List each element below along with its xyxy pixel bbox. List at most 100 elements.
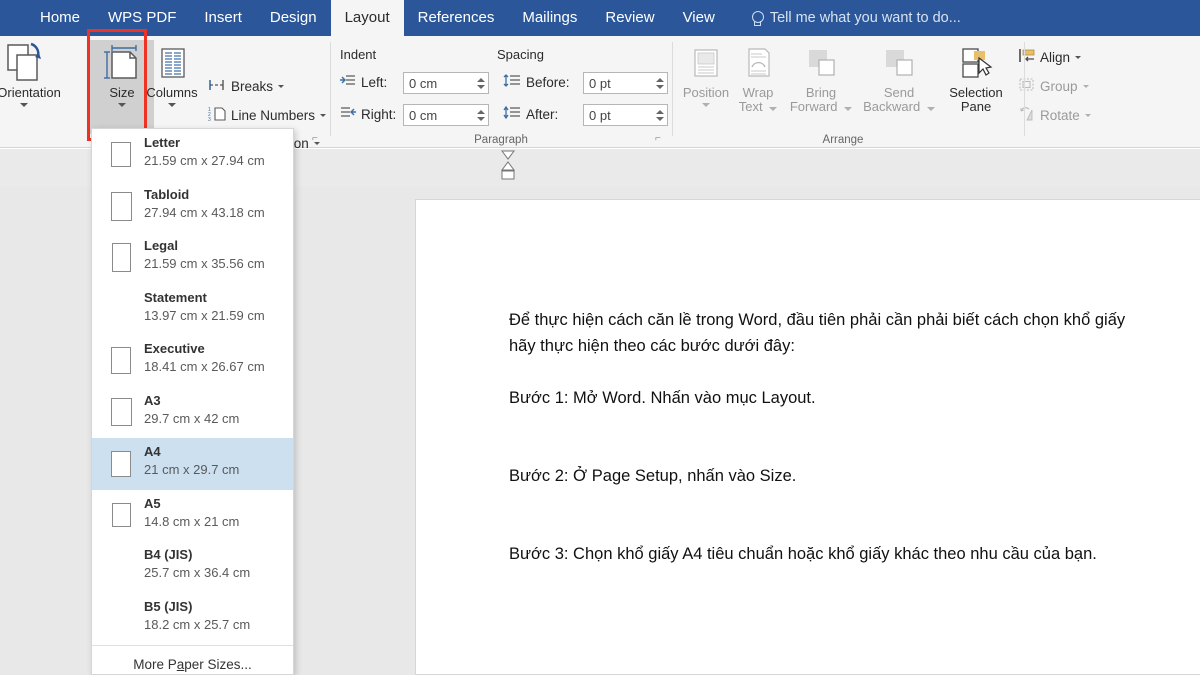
more-paper-sizes-accel: a <box>177 657 185 672</box>
page-size-icon <box>99 40 145 86</box>
indent-right-input[interactable]: 0 cm <box>403 104 489 126</box>
wrap-text-label-1: Wrap <box>743 86 774 100</box>
spacing-after-row: After: <box>503 106 558 123</box>
selection-pane-button[interactable]: Selection Pane <box>939 40 1013 134</box>
tab-design[interactable]: Design <box>256 0 331 36</box>
indent-markers[interactable] <box>500 150 514 184</box>
page-size-dimensions: 21 cm x 29.7 cm <box>144 460 239 479</box>
indent-right-icon <box>340 106 356 123</box>
page-size-item[interactable]: Executive18.41 cm x 26.67 cm <box>92 335 293 387</box>
wrap-text-icon <box>738 40 778 86</box>
align-button[interactable]: Align <box>1018 48 1081 66</box>
page-size-item[interactable]: Letter21.59 cm x 27.94 cm <box>92 129 293 181</box>
position-button[interactable]: Position <box>678 40 734 134</box>
page-size-item[interactable]: Legal21.59 cm x 35.56 cm <box>92 232 293 284</box>
group-button[interactable]: Group <box>1018 77 1089 95</box>
chevron-down-icon <box>118 103 126 107</box>
tab-wps-pdf[interactable]: WPS PDF <box>94 0 190 36</box>
rotate-icon <box>1018 106 1035 124</box>
page-size-thumbnail <box>98 387 144 439</box>
orientation-button[interactable]: s Orientation <box>0 40 56 134</box>
send-backward-label-2-wrap: Backward <box>863 100 935 114</box>
rotate-label: Rotate <box>1040 108 1080 123</box>
tab-design-label: Design <box>270 0 317 36</box>
page-size-name: Legal <box>144 237 265 254</box>
page-size-thumbnail <box>98 232 144 284</box>
tab-review[interactable]: Review <box>591 0 668 36</box>
indent-right-label: Right: <box>361 107 396 122</box>
indent-right-stepper[interactable] <box>473 105 488 125</box>
spacing-after-input[interactable]: 0 pt <box>583 104 668 126</box>
paragraph-dialog-launcher[interactable]: ⌐ <box>655 133 667 145</box>
tab-layout[interactable]: Layout <box>331 0 404 36</box>
page-size-text: B4 (JIS)25.7 cm x 36.4 cm <box>144 541 250 582</box>
page-setup-dialog-launcher[interactable]: ⌐ <box>312 133 324 145</box>
align-icon <box>1018 48 1035 66</box>
chevron-down-icon <box>1083 85 1089 88</box>
page-icon <box>111 192 132 221</box>
line-numbers-icon: 123 <box>208 106 226 125</box>
spacing-before-input[interactable]: 0 pt <box>583 72 668 94</box>
ribbon-group-arrange: Position Wrap Text <box>673 36 1128 148</box>
tab-home[interactable]: Home <box>26 0 94 36</box>
spacing-after-stepper[interactable] <box>652 105 667 125</box>
page-size-item[interactable]: A329.7 cm x 42 cm <box>92 387 293 439</box>
page-size-item[interactable]: B4 (JIS)25.7 cm x 36.4 cm <box>92 541 293 593</box>
page-size-text: Legal21.59 cm x 35.56 cm <box>144 232 265 273</box>
selection-pane-label-2: Pane <box>961 100 991 114</box>
page-size-dimensions: 13.97 cm x 21.59 cm <box>144 306 265 325</box>
doc-paragraph-1-line-1: Để thực hiện cách căn lề trong Word, đầu… <box>509 307 1200 333</box>
more-paper-sizes-post: per Sizes... <box>184 657 252 672</box>
page-size-name: Letter <box>144 134 265 151</box>
columns-button[interactable]: Columns <box>140 40 204 134</box>
line-numbers-label: Line Numbers <box>231 108 315 123</box>
doc-spacer <box>509 489 1200 515</box>
bring-forward-icon <box>801 40 841 86</box>
spacing-after-icon <box>503 106 521 123</box>
group-label: Group <box>1040 79 1078 94</box>
page-size-dropdown-menu[interactable]: Letter21.59 cm x 27.94 cmTabloid27.94 cm… <box>91 128 294 675</box>
rotate-button[interactable]: Rotate <box>1018 106 1091 124</box>
page-size-thumbnail <box>98 593 144 645</box>
page-size-dimensions: 18.2 cm x 25.7 cm <box>144 615 250 634</box>
more-paper-sizes-item[interactable]: More Paper Sizes... <box>92 646 293 675</box>
document-page[interactable]: Để thực hiện cách căn lề trong Word, đầu… <box>415 199 1200 675</box>
doc-spacer <box>509 359 1200 385</box>
page-size-item[interactable]: Statement13.97 cm x 21.59 cm <box>92 284 293 336</box>
line-numbers-button[interactable]: 123 Line Numbers <box>208 106 326 125</box>
page-size-item[interactable]: A421 cm x 29.7 cm <box>92 438 293 490</box>
columns-icon <box>149 40 195 86</box>
breaks-button[interactable]: Breaks <box>208 78 284 95</box>
send-backward-button[interactable]: Send Backward <box>859 40 939 134</box>
wrap-text-button[interactable]: Wrap Text <box>731 40 785 134</box>
indent-left-input[interactable]: 0 cm <box>403 72 489 94</box>
page-size-name: B4 (JIS) <box>144 546 250 563</box>
page-size-item[interactable]: Tabloid27.94 cm x 43.18 cm <box>92 181 293 233</box>
document-text[interactable]: Để thực hiện cách căn lề trong Word, đầu… <box>509 307 1200 567</box>
position-icon <box>686 40 726 86</box>
page-size-item[interactable]: A514.8 cm x 21 cm <box>92 490 293 542</box>
send-backward-icon <box>879 40 919 86</box>
page-size-dimensions: 14.8 cm x 21 cm <box>144 512 239 531</box>
page-size-text: B5 (JIS)18.2 cm x 25.7 cm <box>144 593 250 634</box>
page-size-text: Statement13.97 cm x 21.59 cm <box>144 284 265 325</box>
columns-label: Columns <box>146 86 197 100</box>
tab-view-label: View <box>683 0 715 36</box>
bring-forward-button[interactable]: Bring Forward <box>785 40 857 134</box>
tab-view[interactable]: View <box>669 0 729 36</box>
chevron-down-icon <box>769 107 777 111</box>
spacing-before-value: 0 pt <box>584 76 652 91</box>
tab-insert[interactable]: Insert <box>190 0 256 36</box>
page-size-thumbnail <box>98 490 144 542</box>
send-backward-label-2: Backward <box>863 99 920 114</box>
tab-mailings[interactable]: Mailings <box>508 0 591 36</box>
page-size-dimensions: 27.94 cm x 43.18 cm <box>144 203 265 222</box>
tab-references[interactable]: References <box>404 0 509 36</box>
page-size-item[interactable]: B5 (JIS)18.2 cm x 25.7 cm <box>92 593 293 645</box>
tell-me-search[interactable]: Tell me what you want to do... <box>741 0 971 36</box>
indent-left-stepper[interactable] <box>473 73 488 93</box>
orientation-label: s Orientation <box>0 86 61 100</box>
bring-forward-label-2-wrap: Forward <box>790 100 852 114</box>
page-icon <box>112 243 131 272</box>
spacing-before-stepper[interactable] <box>652 73 667 93</box>
